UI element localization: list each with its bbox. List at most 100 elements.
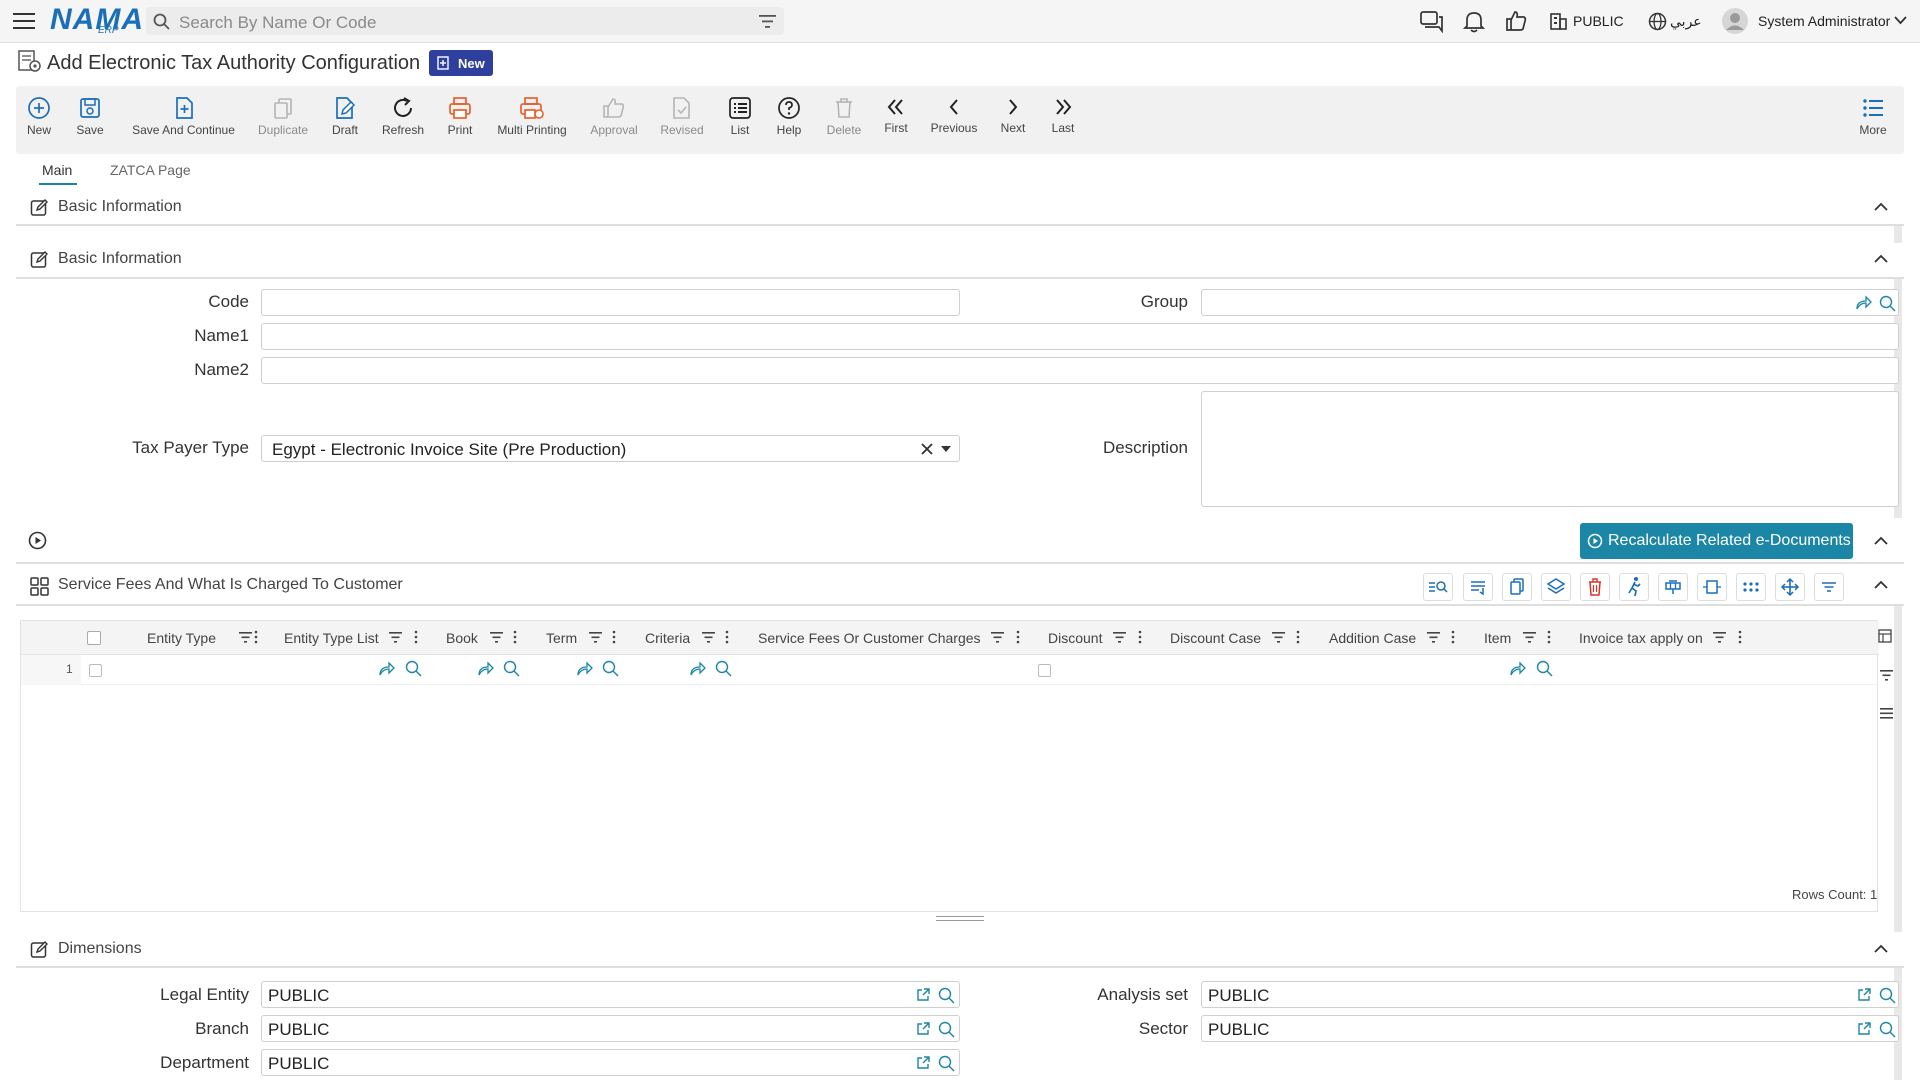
column-discount-case[interactable]: Discount Case: [1170, 630, 1261, 646]
copy-row-icon[interactable]: [1502, 573, 1532, 601]
lookup-search-icon[interactable]: [1879, 987, 1896, 1004]
legal-entity-field[interactable]: PUBLIC: [261, 981, 960, 1008]
grid-search-icon[interactable]: [1423, 573, 1453, 601]
external-link-icon[interactable]: [916, 1021, 931, 1036]
refresh-button[interactable]: Refresh: [381, 96, 425, 137]
filter-icon[interactable]: [1713, 632, 1726, 643]
previous-button[interactable]: Previous: [929, 96, 979, 135]
lookup-search-icon[interactable]: [1879, 295, 1896, 312]
logo[interactable]: NAMA: [50, 3, 144, 37]
play-circle-icon[interactable]: [28, 531, 47, 550]
more-button[interactable]: More: [1856, 96, 1890, 137]
code-field[interactable]: [261, 289, 960, 316]
lookup-search-icon[interactable]: [503, 660, 520, 677]
column-term[interactable]: Term: [546, 630, 577, 646]
lookup-search-icon[interactable]: [938, 1055, 955, 1072]
save-and-continue-button[interactable]: Save And Continue: [131, 96, 236, 137]
print-button[interactable]: Print: [445, 96, 475, 137]
column-menu-icon[interactable]: [1296, 630, 1300, 644]
department-field[interactable]: PUBLIC: [261, 1049, 960, 1076]
save-button[interactable]: Save: [76, 96, 104, 137]
chevron-up-icon[interactable]: [1874, 944, 1888, 953]
external-link-icon[interactable]: [916, 987, 931, 1002]
column-entity-type[interactable]: Entity Type: [147, 630, 216, 646]
menu-lines-icon[interactable]: [1880, 708, 1893, 719]
column-item[interactable]: Item: [1484, 630, 1511, 646]
add-row-icon[interactable]: [1463, 573, 1493, 601]
bell-icon[interactable]: [1463, 10, 1485, 33]
dots-grid-icon[interactable]: [1736, 573, 1766, 601]
column-addition-case[interactable]: Addition Case: [1329, 630, 1416, 646]
company-icon[interactable]: [1549, 12, 1567, 30]
filter-icon[interactable]: [589, 632, 602, 643]
dropdown-arrow-icon[interactable]: [941, 446, 951, 452]
open-link-icon[interactable]: [1509, 661, 1526, 676]
description-textarea[interactable]: [1201, 391, 1899, 507]
clear-icon[interactable]: [921, 443, 933, 455]
column-book[interactable]: Book: [446, 630, 478, 646]
layers-icon[interactable]: [1541, 573, 1571, 601]
hamburger-menu-icon[interactable]: [13, 12, 35, 30]
next-button[interactable]: Next: [999, 96, 1027, 135]
delete-button[interactable]: Delete: [824, 96, 864, 137]
columns-panel-icon[interactable]: [1878, 629, 1892, 643]
column-menu-icon[interactable]: [1016, 630, 1020, 644]
filter-icon[interactable]: [702, 632, 715, 643]
filter-icon[interactable]: [490, 632, 503, 643]
external-link-icon[interactable]: [1857, 987, 1872, 1002]
lookup-search-icon[interactable]: [938, 1021, 955, 1038]
analysis-set-field[interactable]: PUBLIC: [1201, 981, 1899, 1008]
open-link-icon[interactable]: [689, 661, 706, 676]
sector-field[interactable]: PUBLIC: [1201, 1015, 1899, 1042]
language-switch[interactable]: عربي: [1670, 13, 1702, 30]
filter-icon[interactable]: [759, 15, 776, 28]
lookup-search-icon[interactable]: [1536, 660, 1553, 677]
fit-columns-icon[interactable]: [1697, 573, 1727, 601]
chevron-up-icon[interactable]: [1874, 536, 1888, 545]
new-button[interactable]: New: [26, 96, 52, 137]
column-discount[interactable]: Discount: [1048, 630, 1102, 646]
help-button[interactable]: Help: [774, 96, 804, 137]
select-all-checkbox[interactable]: [87, 631, 101, 645]
column-menu-icon[interactable]: [1451, 630, 1455, 644]
grid-filter-icon[interactable]: [1814, 573, 1844, 601]
chevron-up-icon[interactable]: [1874, 254, 1888, 263]
delete-row-icon[interactable]: [1580, 573, 1610, 601]
column-service-fees[interactable]: Service Fees Or Customer Charges: [758, 630, 981, 646]
thumbs-up-icon[interactable]: [1505, 10, 1527, 32]
draft-button[interactable]: Draft: [330, 96, 360, 137]
list-button[interactable]: List: [727, 96, 753, 137]
chevron-up-icon[interactable]: [1874, 202, 1888, 211]
search-input[interactable]: Search By Name Or Code: [179, 13, 376, 33]
open-link-icon[interactable]: [378, 661, 395, 676]
approval-button[interactable]: Approval: [589, 96, 639, 137]
table-insert-icon[interactable]: [1658, 573, 1688, 601]
last-button[interactable]: Last: [1049, 96, 1077, 135]
column-invoice-tax-apply-on[interactable]: Invoice tax apply on: [1579, 630, 1703, 646]
lookup-search-icon[interactable]: [602, 660, 619, 677]
resize-handle[interactable]: [936, 916, 984, 921]
group-field[interactable]: [1201, 289, 1899, 316]
column-menu-icon[interactable]: [1138, 630, 1142, 644]
company-selector[interactable]: PUBLIC: [1573, 13, 1624, 29]
column-menu-icon[interactable]: [1738, 630, 1742, 644]
filter-panel-icon[interactable]: [1880, 670, 1893, 681]
recalculate-button[interactable]: Recalculate Related e-Documents: [1580, 523, 1853, 559]
chevron-up-icon[interactable]: [1874, 580, 1888, 589]
row-checkbox[interactable]: [89, 664, 102, 677]
chevron-down-icon[interactable]: [1894, 16, 1907, 25]
lookup-search-icon[interactable]: [405, 660, 422, 677]
external-link-icon[interactable]: [1857, 1021, 1872, 1036]
lookup-search-icon[interactable]: [715, 660, 732, 677]
move-icon[interactable]: [1775, 573, 1805, 601]
tab-main[interactable]: Main: [42, 162, 72, 178]
revised-button[interactable]: Revised: [659, 96, 705, 137]
globe-icon[interactable]: [1648, 12, 1667, 31]
filter-icon[interactable]: [239, 632, 252, 643]
tax-payer-type-select[interactable]: Egypt - Electronic Invoice Site (Pre Pro…: [261, 435, 960, 462]
column-criteria[interactable]: Criteria: [645, 630, 690, 646]
open-link-icon[interactable]: [1855, 295, 1872, 310]
first-button[interactable]: First: [882, 96, 910, 135]
open-link-icon[interactable]: [477, 661, 494, 676]
table-row[interactable]: 1: [21, 655, 1879, 685]
